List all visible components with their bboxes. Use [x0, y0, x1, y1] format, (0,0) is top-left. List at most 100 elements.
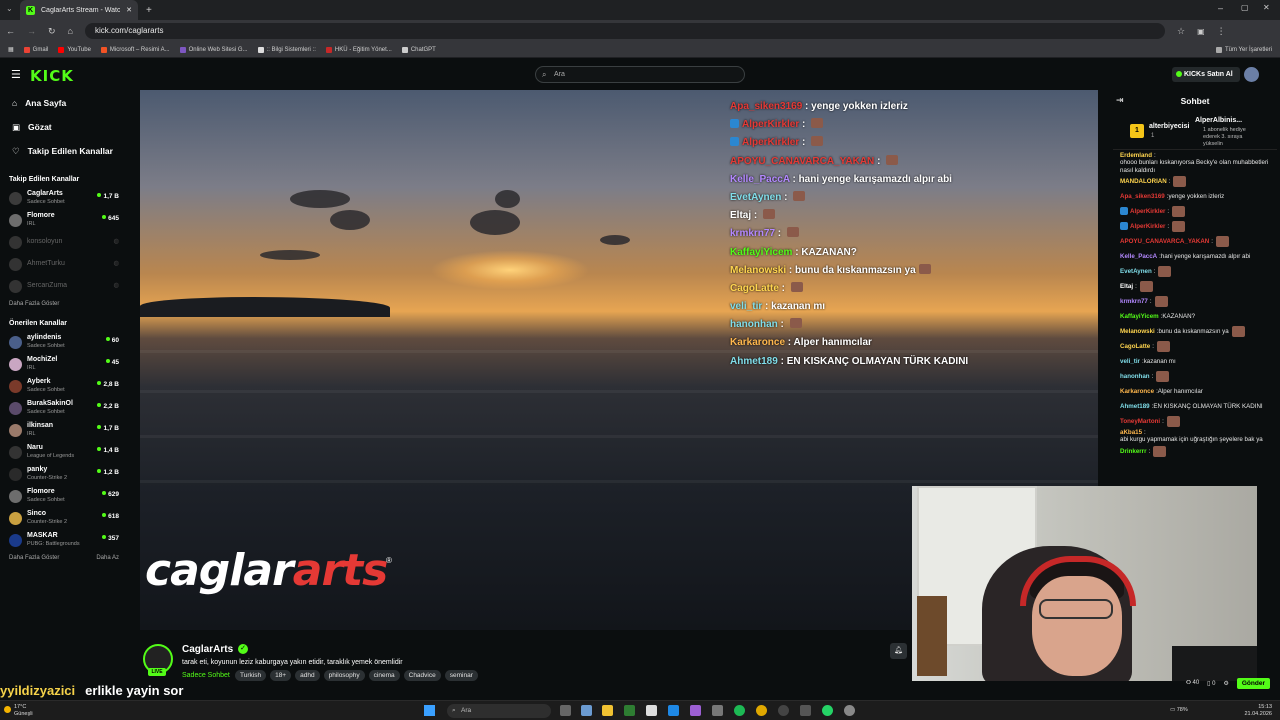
search-input[interactable]: ⌕ Ara: [535, 66, 745, 83]
show-more-followed[interactable]: Daha Fazla Göster: [0, 297, 127, 311]
overlay-chat-separator: :: [785, 337, 794, 349]
sidebar-channel[interactable]: MochiZel IRL 45: [0, 353, 127, 375]
menu-dots-icon[interactable]: ⋮: [1217, 26, 1226, 37]
sidebar-channel[interactable]: Ayberk Sadece Sohbet 2,8 B: [0, 375, 127, 397]
kick-logo[interactable]: KICK: [30, 67, 74, 85]
sidebar-channel[interactable]: CaglarArts Sadece Sohbet 1,7 B: [0, 187, 127, 209]
stream-category[interactable]: Sadece Sohbet: [182, 672, 230, 679]
bookmark-microsoft[interactable]: Microsoft – Resimi A...: [100, 46, 170, 53]
reload-icon[interactable]: ↻: [48, 26, 56, 37]
app-icon[interactable]: [712, 705, 723, 716]
weather-widget[interactable]: 17°C Güneşli: [4, 704, 33, 717]
show-less-recommended[interactable]: Daha Az: [87, 551, 119, 565]
notification-bell-button[interactable]: 🔔︎: [890, 643, 907, 659]
user-avatar[interactable]: [1244, 67, 1259, 82]
sidebar-channel[interactable]: Flomore IRL 645: [0, 209, 127, 231]
chat-username[interactable]: krmkrn77: [1120, 298, 1148, 305]
chat-username[interactable]: CagoLatte: [1120, 343, 1150, 350]
apps-grid-icon[interactable]: ▦: [8, 46, 14, 53]
chat-username[interactable]: Erdemland: [1120, 152, 1152, 159]
extensions-icon[interactable]: ▣: [1197, 27, 1205, 36]
gift-user[interactable]: AlperAlbinis...: [1195, 117, 1242, 124]
buy-kicks-button[interactable]: KICKs Satın Al: [1172, 67, 1240, 82]
chat-username[interactable]: MANDALORIAN: [1120, 178, 1167, 185]
visual-studio-icon[interactable]: [668, 705, 679, 716]
sidebar-channel[interactable]: ilkinsan IRL 1,7 B: [0, 419, 127, 441]
chat-username[interactable]: ToneyMartoni: [1120, 418, 1160, 425]
notepad-icon[interactable]: [646, 705, 657, 716]
file-explorer-icon[interactable]: [602, 705, 613, 716]
channel-name[interactable]: CaglarArts: [182, 644, 233, 655]
nav-following[interactable]: ♡ Takip Edilen Kanallar: [0, 139, 127, 163]
address-bar[interactable]: kick.com/caglararts: [84, 23, 1165, 39]
overlay-chat-user: Eltaj: [730, 210, 752, 222]
chat-username[interactable]: KaffayiYicem: [1120, 313, 1159, 320]
hamburger-menu-icon[interactable]: ☰: [11, 68, 21, 81]
all-bookmarks[interactable]: Tüm Yer İşaretleri: [1215, 46, 1272, 53]
sidebar-channel[interactable]: AhmetTurku ◍: [0, 253, 127, 275]
chat-username[interactable]: Melanowski: [1120, 328, 1155, 335]
chat-username[interactable]: APOYU_CANAVARCA_YAKAN: [1120, 238, 1209, 245]
whatsapp-icon[interactable]: [822, 705, 833, 716]
chat-username[interactable]: Ahmet189: [1120, 403, 1150, 410]
new-tab-icon[interactable]: +: [146, 5, 152, 16]
tab-close-icon[interactable]: ✕: [126, 6, 132, 14]
nav-home[interactable]: ⌂ Ana Sayfa: [0, 91, 127, 115]
windows-start-icon[interactable]: [424, 705, 435, 716]
chat-username[interactable]: Drinkerrr: [1120, 448, 1146, 455]
chat-username[interactable]: Karkaronce: [1120, 388, 1154, 395]
bookmark-web-site[interactable]: Online Web Sitesi G...: [179, 46, 248, 53]
show-more-recommended[interactable]: Daha Fazla Göster: [0, 551, 59, 565]
tab-list-icon[interactable]: ⌄: [6, 4, 13, 13]
back-icon[interactable]: ←: [6, 26, 15, 36]
chat-message: ToneyMartoni:: [1110, 414, 1280, 429]
chat-username[interactable]: AlperKirkler: [1130, 223, 1165, 230]
nav-browse[interactable]: ▣ Gözat: [0, 115, 127, 139]
close-window-icon[interactable]: ✕: [1263, 3, 1270, 12]
bookmark-bilgi-sistemleri[interactable]: :: Bilgi Sistemleri ::: [257, 46, 316, 53]
copilot-icon[interactable]: [581, 705, 592, 716]
bookmark-hku[interactable]: HKÜ - Eğitim Yönet...: [325, 46, 392, 53]
maximize-icon[interactable]: ▢: [1241, 3, 1249, 12]
chat-username[interactable]: Eltaj: [1120, 283, 1133, 290]
battery-indicator[interactable]: ▭ 78%: [1170, 707, 1188, 713]
bookmark-star-icon[interactable]: ☆: [1177, 26, 1185, 37]
sidebar-channel[interactable]: BurakSakinOl Sadece Sohbet 2,2 B: [0, 397, 127, 419]
sidebar-channel[interactable]: MASKAR PUBG: Battlegrounds 357: [0, 529, 127, 551]
chat-username[interactable]: EvetAynen: [1120, 268, 1152, 275]
minimize-icon[interactable]: –: [1218, 3, 1223, 13]
app-icon[interactable]: [800, 705, 811, 716]
xbox-icon[interactable]: [624, 705, 635, 716]
collapse-chat-icon[interactable]: ⇥: [1116, 95, 1124, 106]
chat-username[interactable]: AlperKirkler: [1130, 208, 1165, 215]
chat-username[interactable]: Apa_siken3169: [1120, 193, 1165, 200]
forward-icon[interactable]: →: [27, 26, 36, 36]
chat-text: KAZANAN?: [1162, 312, 1196, 320]
app-icon[interactable]: [844, 705, 855, 716]
obs-icon[interactable]: [778, 705, 789, 716]
taskbar-search[interactable]: ⌕ Ara: [447, 704, 551, 718]
home-browser-icon[interactable]: ⌂: [68, 26, 73, 36]
sidebar-channel[interactable]: panky Counter-Strike 2 1,2 B: [0, 463, 127, 485]
bookmark-gmail[interactable]: Gmail: [23, 46, 48, 53]
sidebar-channel[interactable]: Sinco Counter-Strike 2 618: [0, 507, 127, 529]
chat-username[interactable]: aKba15: [1120, 429, 1142, 436]
leaderboard-user[interactable]: alterbiyecisi: [1149, 123, 1189, 130]
bookmark-chatgpt[interactable]: ChatGPT: [401, 46, 436, 53]
sidebar-channel[interactable]: Flomore Sadece Sohbet 629: [0, 485, 127, 507]
chat-username[interactable]: Kelle_PaccA: [1120, 253, 1157, 260]
screen: ⌄ K CaglarArts Stream - Watch ✕ + – ▢ ✕ …: [0, 0, 1280, 720]
taskbar-clock[interactable]: 15:13 21.04.2026: [1200, 704, 1272, 717]
chat-username[interactable]: hanonhan: [1120, 373, 1150, 380]
sidebar-channel[interactable]: aylindenis Sadece Sohbet 60: [0, 331, 127, 353]
chrome-icon[interactable]: [756, 705, 767, 716]
bookmark-youtube[interactable]: YouTube: [58, 46, 91, 53]
sidebar-channel[interactable]: Naru League of Legends 1,4 B: [0, 441, 127, 463]
sidebar-channel[interactable]: SercanZuma ◍: [0, 275, 127, 297]
spotify-icon[interactable]: [734, 705, 745, 716]
sidebar-channel[interactable]: konsoloyun ◍: [0, 231, 127, 253]
chat-username[interactable]: veli_tir: [1120, 358, 1140, 365]
photos-icon[interactable]: [690, 705, 701, 716]
browser-tab[interactable]: K CaglarArts Stream - Watch ✕: [20, 0, 138, 20]
task-view-icon[interactable]: [560, 705, 571, 716]
